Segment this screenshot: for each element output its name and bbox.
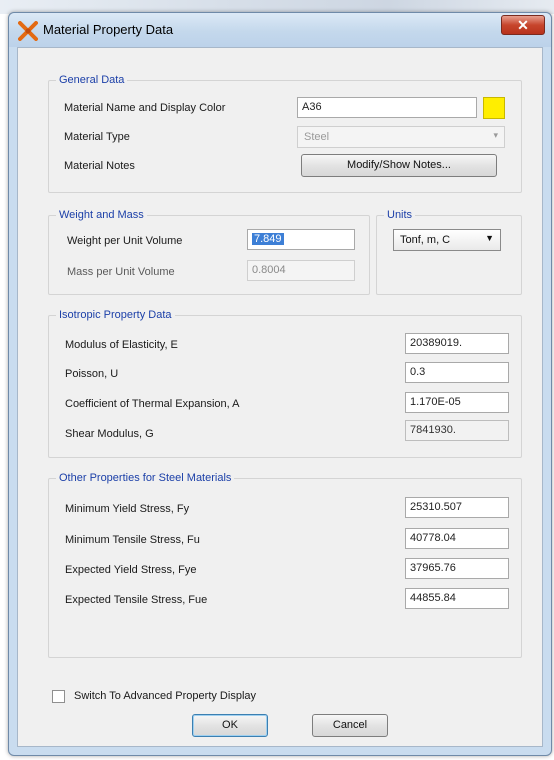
poisson-field[interactable]: 0.3 <box>405 362 509 383</box>
weight-per-volume-field[interactable]: 7.849 <box>247 229 355 250</box>
units-group: Units Tonf, m, C ▼ <box>376 209 522 295</box>
material-type-dropdown[interactable]: Steel ▾ <box>297 126 505 148</box>
display-color-swatch[interactable] <box>483 97 505 119</box>
weight-mass-group: Weight and Mass Weight per Unit Volume 7… <box>48 209 370 295</box>
material-name-label: Material Name and Display Color <box>64 102 226 114</box>
weight-mass-title: Weight and Mass <box>56 209 147 221</box>
units-value: Tonf, m, C <box>400 234 451 246</box>
expected-tensile-stress-field[interactable]: 44855.84 <box>405 588 509 609</box>
expected-tensile-stress-label: Expected Tensile Stress, Fue <box>65 594 208 606</box>
chevron-down-icon: ▾ <box>493 130 498 140</box>
mass-per-volume-label: Mass per Unit Volume <box>67 266 175 278</box>
general-data-title: General Data <box>56 74 128 86</box>
material-notes-label: Material Notes <box>64 160 135 172</box>
min-tensile-stress-field[interactable]: 40778.04 <box>405 528 509 549</box>
units-title: Units <box>384 209 416 221</box>
dialog-body: General Data Material Name and Display C… <box>17 47 543 747</box>
general-data-group: General Data Material Name and Display C… <box>48 74 522 193</box>
advanced-display-checkbox[interactable] <box>52 690 65 703</box>
min-tensile-stress-label: Minimum Tensile Stress, Fu <box>65 534 200 546</box>
isotropic-group: Isotropic Property Data Modulus of Elast… <box>48 309 522 458</box>
units-dropdown[interactable]: Tonf, m, C ▼ <box>393 229 501 251</box>
material-type-label: Material Type <box>64 131 130 143</box>
mass-per-volume-field: 0.8004 <box>247 260 355 281</box>
title-bar[interactable]: Material Property Data ✕ <box>9 13 551 47</box>
modulus-elasticity-field[interactable]: 20389019. <box>405 333 509 354</box>
cancel-button[interactable]: Cancel <box>312 714 388 737</box>
app-logo-icon <box>18 21 38 41</box>
min-yield-stress-label: Minimum Yield Stress, Fy <box>65 503 190 515</box>
material-type-value: Steel <box>304 131 330 143</box>
chevron-down-icon: ▼ <box>485 233 494 243</box>
thermal-expansion-field[interactable]: 1.170E-05 <box>405 392 509 413</box>
material-name-field[interactable]: A36 <box>297 97 477 118</box>
steel-properties-title: Other Properties for Steel Materials <box>56 472 235 484</box>
modulus-elasticity-label: Modulus of Elasticity, E <box>65 339 178 351</box>
expected-yield-stress-field[interactable]: 37965.76 <box>405 558 509 579</box>
advanced-display-label[interactable]: Switch To Advanced Property Display <box>74 690 256 702</box>
poisson-label: Poisson, U <box>65 368 119 380</box>
thermal-expansion-label: Coefficient of Thermal Expansion, A <box>65 398 240 410</box>
expected-yield-stress-label: Expected Yield Stress, Fye <box>65 564 197 576</box>
dialog-title: Material Property Data <box>43 22 174 37</box>
min-yield-stress-field[interactable]: 25310.507 <box>405 497 509 518</box>
weight-per-volume-label: Weight per Unit Volume <box>67 235 183 247</box>
steel-properties-group: Other Properties for Steel Materials Min… <box>48 472 522 658</box>
modify-show-notes-button[interactable]: Modify/Show Notes... <box>301 154 497 177</box>
shear-modulus-label: Shear Modulus, G <box>65 428 154 440</box>
close-button[interactable]: ✕ <box>501 15 545 35</box>
isotropic-title: Isotropic Property Data <box>56 309 175 321</box>
ok-button[interactable]: OK <box>192 714 268 737</box>
shear-modulus-field: 7841930. <box>405 420 509 441</box>
material-property-dialog: Material Property Data ✕ General Data Ma… <box>8 12 552 756</box>
weight-per-volume-value: 7.849 <box>252 233 284 245</box>
